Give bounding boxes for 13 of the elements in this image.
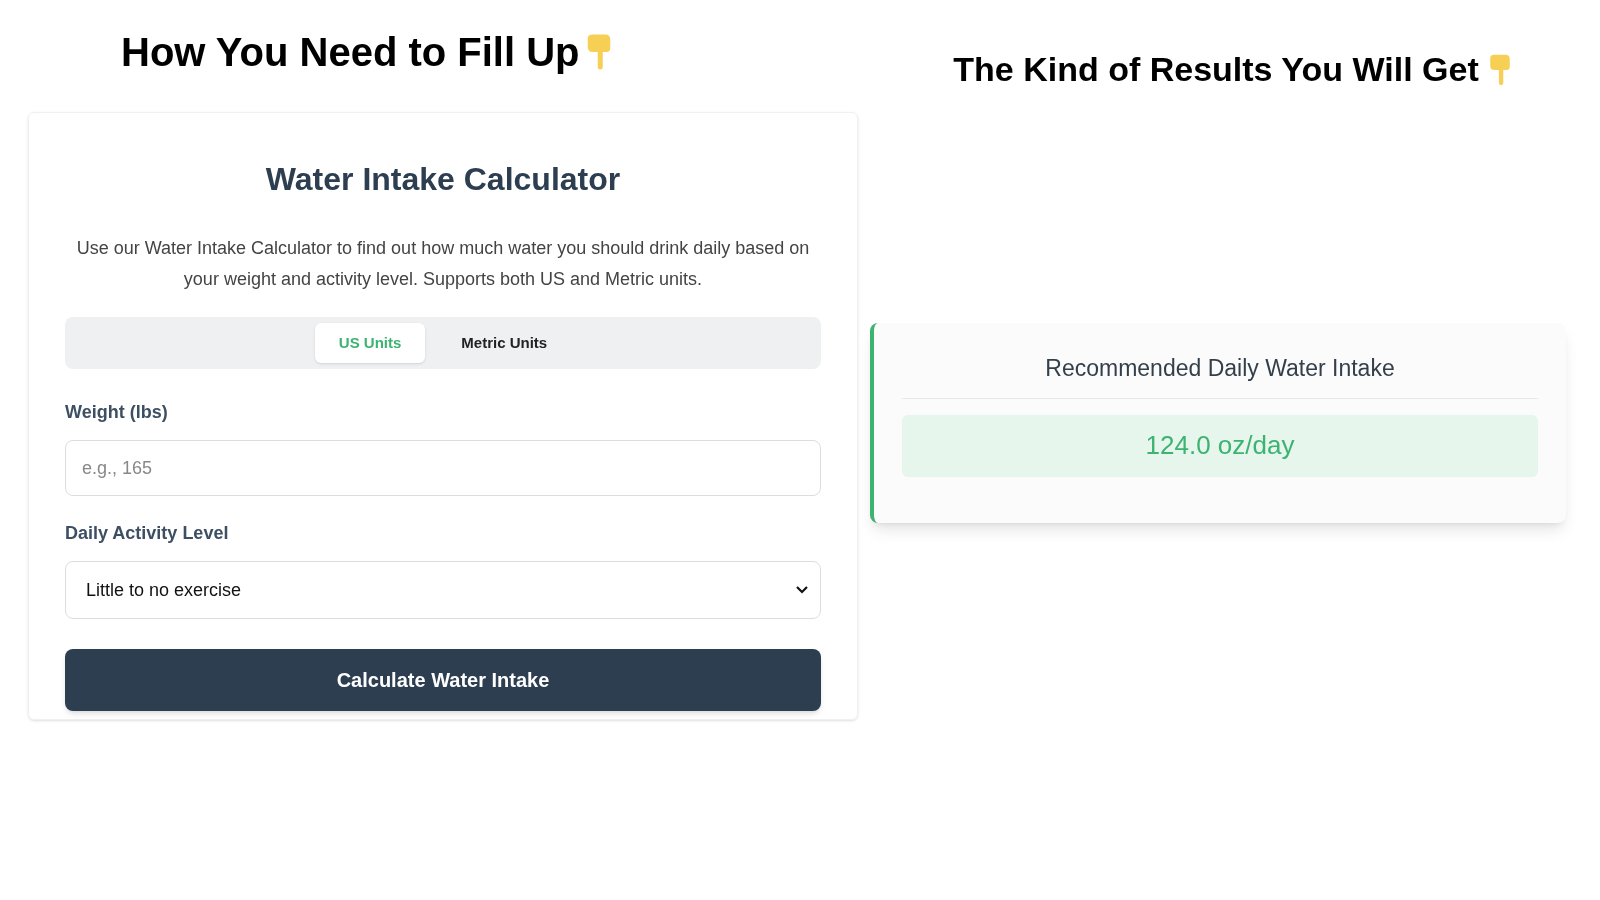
weight-input[interactable]: e.g., 165 — [65, 440, 821, 496]
chevron-down-icon — [796, 586, 808, 594]
field-label: Weight (lbs) — [65, 401, 169, 424]
calculator-title: Water Intake Calculator — [264, 160, 622, 199]
result-value: 124.0 oz/day — [902, 414, 1538, 477]
calculator-description: Use our Water Intake Calculator to find out how much water you should drink daily based on your weight and activity level. Supports both US and Metric units. — [75, 237, 811, 291]
result-title: Recommended Daily Water Intake — [902, 351, 1538, 399]
field-label: Daily Activity Level — [65, 522, 230, 545]
calculate-button[interactable]: Calculate Water Intake — [65, 649, 821, 711]
section-heading: The Kind of Results You Will Get — [953, 49, 1479, 90]
unit-tab[interactable]: Metric Units — [437, 323, 572, 363]
section-heading: How You Need to Fill Up — [121, 29, 580, 76]
activity-select[interactable]: Little to no exercise — [65, 561, 821, 619]
